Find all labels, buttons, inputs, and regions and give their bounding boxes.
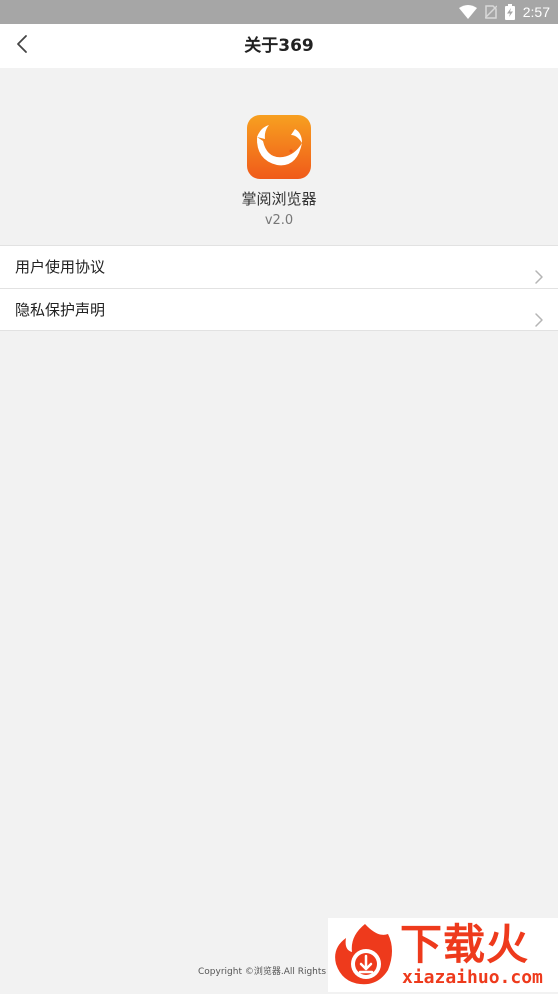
menu-item-label: 用户使用协议 — [15, 258, 106, 276]
watermark: 下载火 xiazaihuo.com — [328, 918, 558, 992]
flame-logo-icon — [330, 920, 400, 990]
chevron-right-icon — [534, 302, 544, 327]
header: 关于369 — [0, 24, 558, 68]
back-button[interactable] — [6, 30, 38, 62]
watermark-title: 下载火 — [400, 920, 530, 969]
wifi-icon — [458, 5, 477, 19]
no-sim-icon — [484, 5, 497, 19]
copyright-text: Copyright ©浏览器.All Rights Re — [198, 967, 341, 977]
battery-charging-icon — [504, 4, 515, 20]
app-logo-icon — [247, 115, 311, 179]
app-version: v2.0 — [264, 213, 294, 228]
status-bar: 2:57 — [0, 0, 558, 24]
page-title: 关于369 — [244, 36, 314, 56]
app-name: 掌阅浏览器 — [241, 190, 317, 208]
settings-menu-list: 用户使用协议 隐私保护声明 — [0, 245, 558, 331]
menu-item-user-agreement[interactable]: 用户使用协议 — [0, 246, 558, 288]
chevron-right-icon — [534, 259, 544, 284]
watermark-url: xiazaihuo.com — [402, 967, 543, 988]
menu-item-privacy-statement[interactable]: 隐私保护声明 — [0, 288, 558, 330]
status-time: 2:57 — [522, 4, 550, 20]
back-arrow-icon — [16, 34, 28, 58]
menu-item-label: 隐私保护声明 — [15, 301, 106, 319]
